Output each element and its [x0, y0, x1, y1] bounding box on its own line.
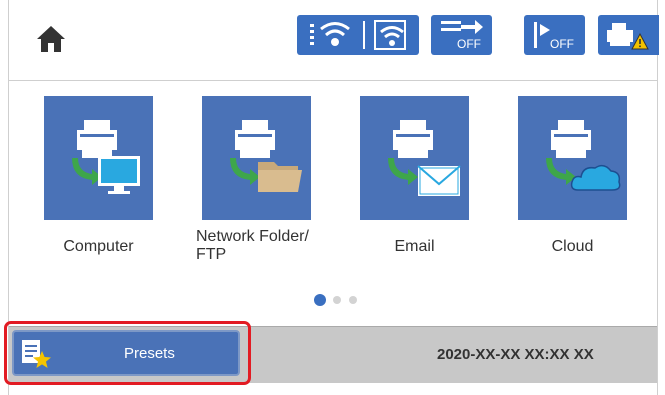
email-icon [388, 120, 461, 196]
fax-forward-off-text: OFF [457, 37, 481, 51]
cloud-icon [546, 120, 621, 191]
tile-network-folder-ftp[interactable] [202, 96, 311, 220]
tile-email[interactable] [360, 96, 469, 220]
page-indicator [314, 293, 384, 307]
tile-cloud-label: Cloud [551, 238, 594, 255]
tile-computer[interactable] [44, 96, 153, 220]
network-folder-icon [230, 120, 302, 192]
quiet-mode-status-button[interactable]: OFF [524, 15, 585, 55]
page-dot-2[interactable] [333, 296, 341, 304]
computer-icon [72, 120, 140, 194]
tile-network-folder-ftp-label: Network Folder/ FTP [196, 228, 309, 263]
network-status-button[interactable] [297, 15, 419, 55]
printer-status-button[interactable] [598, 15, 659, 55]
top-divider [9, 80, 657, 81]
tile-computer-label: Computer [63, 238, 134, 255]
presets-highlight-outline [4, 321, 251, 385]
printer-warning-icon [607, 23, 649, 50]
tile-cloud[interactable] [518, 96, 627, 220]
wifi-off-icon [310, 20, 406, 50]
quiet-mode-off-text: OFF [550, 37, 574, 51]
page-dot-3[interactable] [349, 296, 357, 304]
date-time-display: 2020-XX-XX XX:XX XX [437, 346, 594, 363]
fax-forward-status-button[interactable]: OFF [431, 15, 492, 55]
top-bar: OFF OFF [9, 0, 659, 80]
tile-email-label: Email [394, 238, 435, 255]
page-dot-1[interactable] [314, 294, 326, 306]
home-icon[interactable] [35, 24, 67, 54]
